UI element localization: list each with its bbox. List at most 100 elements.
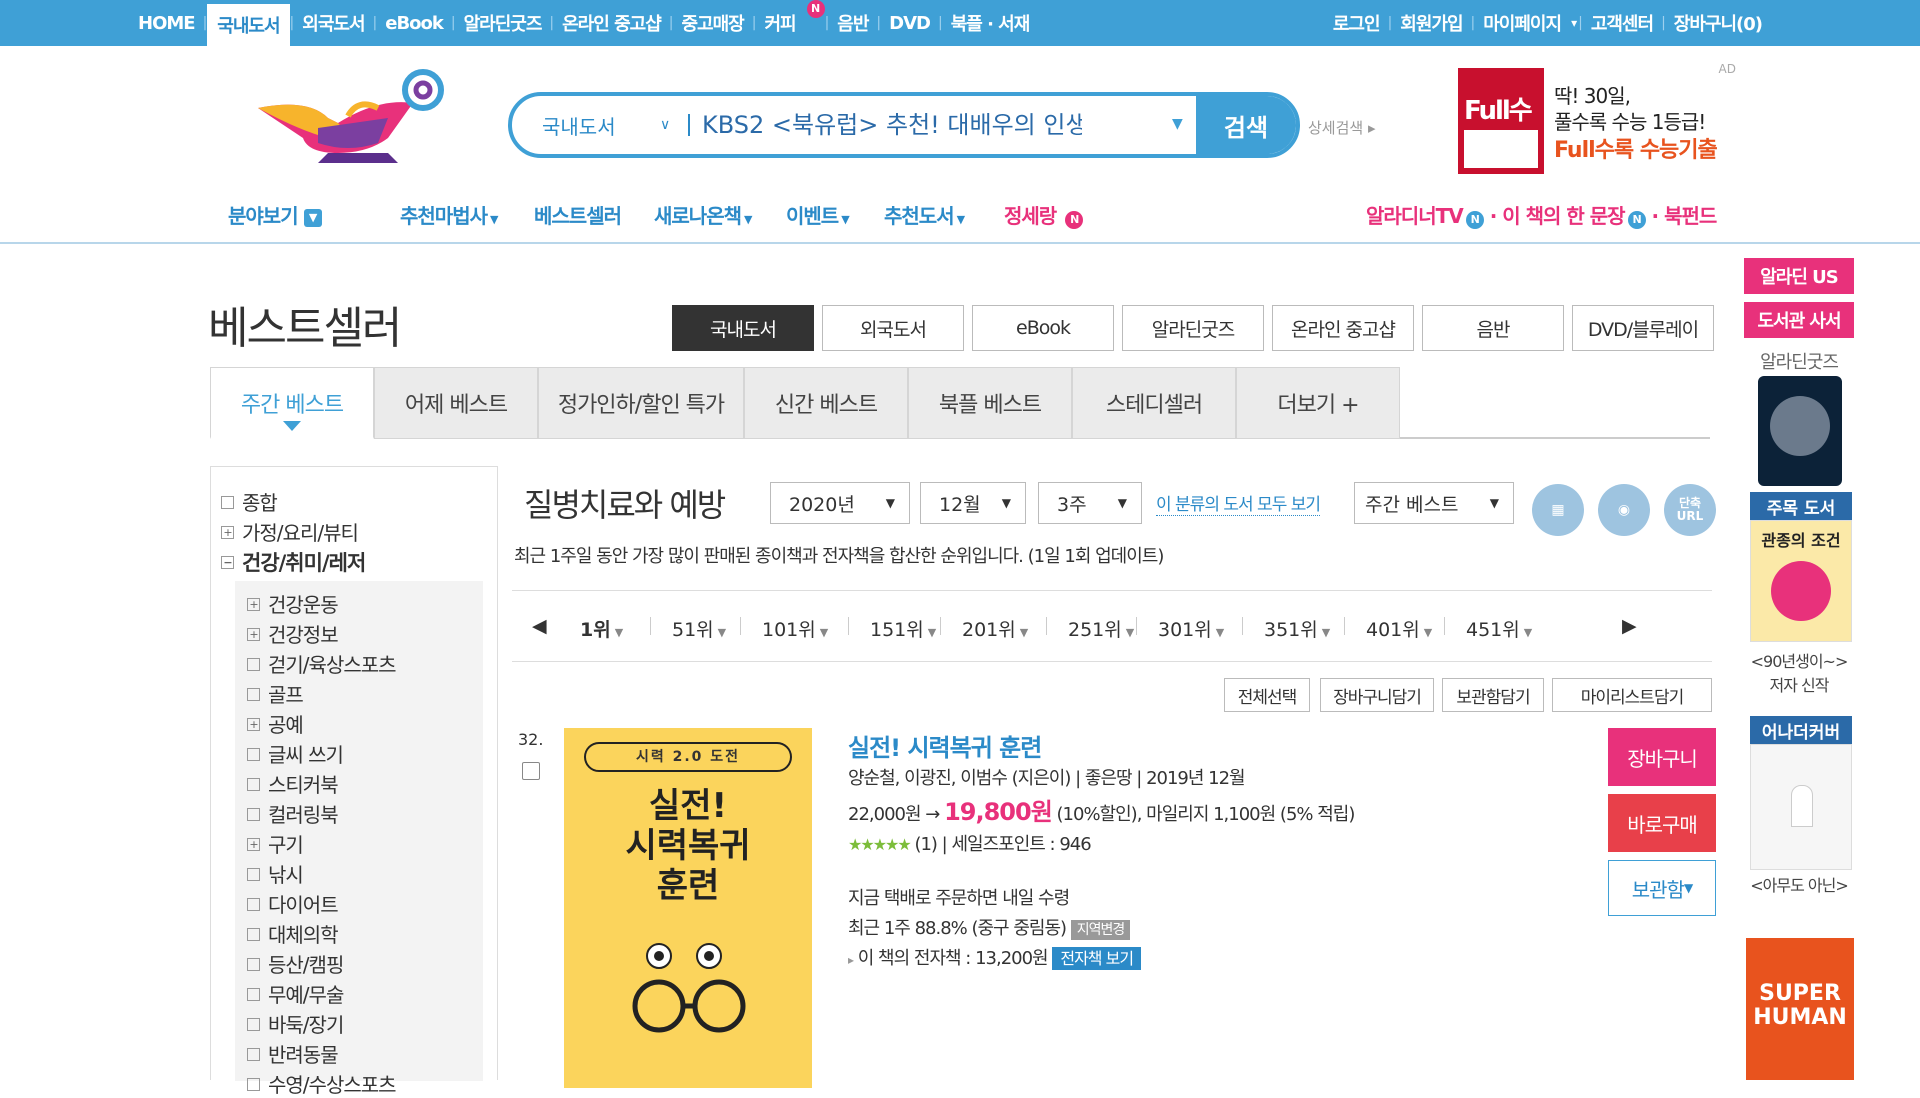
topnav-item[interactable]: 국내도서 — [207, 4, 290, 46]
superhuman-book-cover[interactable]: SUPER HUMAN — [1746, 938, 1854, 1080]
topnav-item[interactable]: 음반 — [829, 0, 876, 46]
ranking-tab[interactable]: 신간 베스트 — [744, 367, 908, 439]
topnav-right-item[interactable]: 로그인 — [1325, 10, 1388, 36]
expand-toggle-icon[interactable] — [247, 988, 260, 1001]
sidebar-subcategory[interactable]: 반려동물 — [247, 1039, 339, 1068]
year-select[interactable]: 2020년 ▼ — [770, 482, 910, 524]
ranking-type-select[interactable]: 주간 베스트 ▼ — [1354, 482, 1514, 524]
page-range-button[interactable]: 101위 ▼ — [762, 615, 828, 642]
expand-toggle-icon[interactable] — [247, 778, 260, 791]
topnav-item[interactable]: DVD — [881, 0, 938, 46]
sidebar-subcategory[interactable]: 무예/무술 — [247, 979, 344, 1008]
month-select[interactable]: 12월 ▼ — [920, 482, 1026, 524]
expand-toggle-icon[interactable]: + — [247, 838, 260, 851]
search-input[interactable] — [702, 96, 1082, 154]
page-range-button[interactable]: 301위 ▼ — [1158, 615, 1224, 642]
subnav-item-bestseller[interactable]: 베스트셀러 — [534, 200, 622, 229]
expand-toggle-icon[interactable] — [247, 688, 260, 701]
bookfund-link[interactable]: 북펀드 — [1664, 204, 1717, 228]
expand-toggle-icon[interactable] — [247, 748, 260, 761]
goods-image[interactable] — [1758, 376, 1842, 486]
sidebar-subcategory[interactable]: 다이어트 — [247, 889, 339, 918]
sidebar-subcategory[interactable]: 등산/캠핑 — [247, 949, 344, 978]
ranking-tab[interactable]: 더보기 + — [1236, 367, 1400, 439]
ad-banner[interactable]: AD Full수록 딱! 30일, 풀수록 수능 1등급! Full수록 수능기… — [1456, 62, 1746, 177]
page-range-button[interactable]: 1위 ▼ — [580, 615, 623, 642]
sidebar-subcategory[interactable]: 스티커북 — [247, 769, 339, 798]
week-select[interactable]: 3주 ▼ — [1038, 482, 1142, 524]
subnav-item-new-books[interactable]: 새로나온책 ▼ — [654, 200, 753, 229]
expand-toggle-icon[interactable]: + — [247, 598, 260, 611]
subnav-item-events[interactable]: 이벤트 ▼ — [786, 200, 850, 229]
expand-toggle-icon[interactable] — [221, 496, 234, 509]
sidebar-subcategory[interactable]: + 건강정보 — [247, 619, 339, 648]
topnav-right-item[interactable]: 회원가입 — [1392, 10, 1470, 36]
book-sentence-link[interactable]: 이 책의 한 문장 N — [1502, 204, 1646, 229]
prev-arrow-icon[interactable]: ◀ — [532, 615, 547, 637]
bulk-action-button[interactable]: 장바구니담기 — [1320, 678, 1434, 712]
sidebar-subcategory[interactable]: + 공예 — [247, 709, 304, 738]
sidebar-subcategory[interactable]: 글씨 쓰기 — [247, 739, 344, 768]
category-browse-button[interactable]: 분야보기 ▼ — [228, 200, 322, 229]
region-change-button[interactable]: 지역변경 — [1070, 920, 1131, 940]
topnav-item[interactable]: 외국도서 — [294, 0, 372, 46]
expand-toggle-icon[interactable] — [247, 1048, 260, 1061]
expand-toggle-icon[interactable]: + — [247, 628, 260, 641]
next-arrow-icon[interactable]: ▶ — [1622, 615, 1637, 637]
topnav-item[interactable]: HOME — [130, 0, 203, 46]
topnav-item[interactable]: 커피 — [756, 0, 803, 46]
search-button[interactable]: 검색 — [1196, 96, 1296, 154]
bulk-action-button[interactable]: 마이리스트담기 — [1552, 678, 1712, 712]
page-range-button[interactable]: 251위 ▼ — [1068, 615, 1134, 642]
category-tab[interactable]: DVD/블루레이 — [1572, 305, 1714, 351]
dropdown-triangle-icon[interactable]: ▼ — [1172, 116, 1183, 132]
ranking-tab[interactable]: 북플 베스트 — [908, 367, 1072, 439]
topnav-item[interactable]: eBook — [377, 0, 451, 46]
expand-toggle-icon[interactable] — [247, 898, 260, 911]
page-range-button[interactable]: 51위 ▼ — [672, 615, 726, 642]
expand-toggle-icon[interactable]: − — [221, 555, 234, 569]
ebook-view-button[interactable]: 전자책 보기 — [1052, 947, 1142, 970]
sidebar-subcategory[interactable]: 컬러링북 — [247, 799, 339, 828]
expand-toggle-icon[interactable] — [247, 808, 260, 821]
short-url-button[interactable]: 단축 URL — [1664, 484, 1716, 536]
keep-button[interactable]: 보관함 ▼ — [1608, 860, 1716, 916]
bulk-action-button[interactable]: 전체선택 — [1224, 678, 1310, 712]
topnav-right-item[interactable]: 장바구니(0) — [1666, 10, 1770, 36]
sidebar-subcategory[interactable]: + 구기 — [247, 829, 304, 858]
topnav-right-item[interactable]: 마이페이지 — [1475, 10, 1569, 36]
expand-toggle-icon[interactable] — [247, 868, 260, 881]
page-range-button[interactable]: 401위 ▼ — [1366, 615, 1432, 642]
expand-toggle-icon[interactable] — [247, 928, 260, 941]
expand-toggle-icon[interactable] — [247, 658, 260, 671]
sidebar-subcategory[interactable]: 바둑/장기 — [247, 1009, 344, 1038]
category-tab[interactable]: 외국도서 — [822, 305, 964, 351]
expand-toggle-icon[interactable]: + — [221, 526, 234, 539]
bulk-action-button[interactable]: 보관함담기 — [1442, 678, 1544, 712]
expand-toggle-icon[interactable] — [247, 958, 260, 971]
topnav-item[interactable]: 중고매장 — [673, 0, 751, 46]
ranking-tab[interactable]: 정가인하/할인 특가 — [538, 367, 744, 439]
aladiner-tv-link[interactable]: 알라디너TV N — [1366, 204, 1484, 229]
category-tab[interactable]: 음반 — [1422, 305, 1564, 351]
category-tab[interactable]: 국내도서 — [672, 305, 814, 351]
librarian-link[interactable]: 도서관 사서 — [1744, 302, 1854, 338]
topnav-item[interactable]: 온라인 중고샵 — [554, 0, 669, 46]
category-tab[interactable]: eBook — [972, 305, 1114, 351]
aladin-lamp-logo[interactable] — [248, 68, 448, 168]
category-tab[interactable]: 온라인 중고샵 — [1272, 305, 1414, 351]
another-cover-image[interactable] — [1750, 744, 1852, 870]
subnav-item-special[interactable]: 정세랑 N — [1004, 200, 1084, 229]
review-salespoint[interactable]: (1) | 세일즈포인트 : 946 — [914, 834, 1091, 855]
ranking-tab[interactable]: 스테디셀러 — [1072, 367, 1236, 439]
excel-icon[interactable]: ▦ — [1532, 484, 1584, 536]
book-cover[interactable]: 시력 2.0 도전 실전! 시력복귀 훈련 — [564, 728, 812, 1088]
sidebar-category[interactable]: − 건강/취미/레저 — [221, 547, 366, 577]
topnav-right-item[interactable]: 고객센터 — [1583, 10, 1661, 36]
page-range-button[interactable]: 351위 ▼ — [1264, 615, 1330, 642]
ranking-tab[interactable]: 주간 베스트 — [210, 367, 374, 439]
sidebar-subcategory[interactable]: 수영/수상스포츠 — [247, 1069, 397, 1098]
page-range-button[interactable]: 201위 ▼ — [962, 615, 1028, 642]
sidebar-subcategory[interactable]: 대체의학 — [247, 919, 339, 948]
sidebar-subcategory[interactable]: + 건강운동 — [247, 589, 339, 618]
